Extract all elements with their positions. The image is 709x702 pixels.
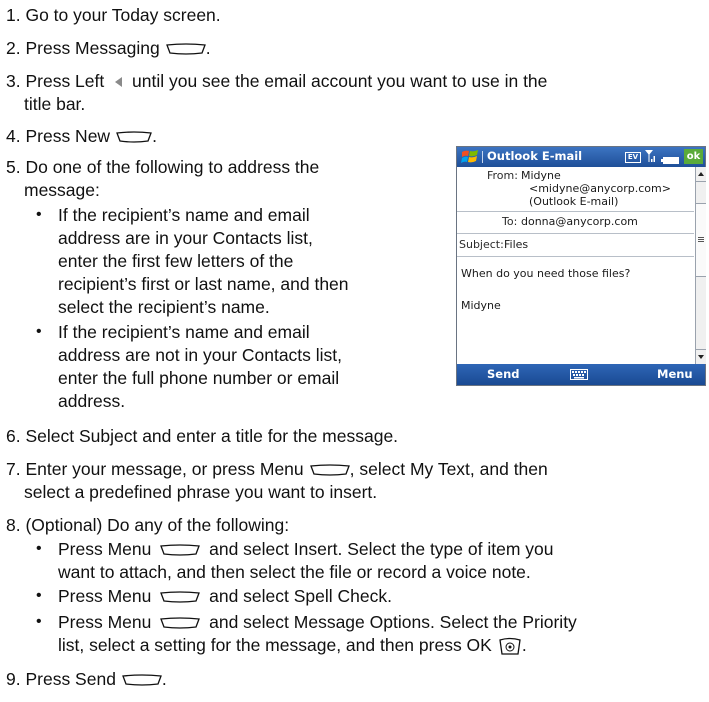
bullet-5-text-a: Press Menu xyxy=(58,612,152,632)
field-divider xyxy=(457,233,694,234)
windows-flag-icon[interactable] xyxy=(461,149,479,168)
step-9-period: . xyxy=(161,669,167,689)
bullet-2-line-1: If the recipient’s name and email xyxy=(58,322,310,342)
bullet-2-line-3: enter the full phone number or email xyxy=(58,368,340,388)
from-address: <midyne@anycorp.com> xyxy=(529,182,671,195)
bullet-2: • xyxy=(36,323,42,340)
bullet-1-line-2: address are in your Contacts list, xyxy=(58,228,313,248)
step-9-text: 9. Press Send xyxy=(6,669,116,689)
step-2-text: 2. Press Messaging xyxy=(6,38,160,58)
app-title: Outlook E-mail xyxy=(487,149,583,163)
bullet-1-line-5: select the recipient’s name. xyxy=(58,297,270,317)
scrollbar[interactable] xyxy=(695,167,706,364)
step-1: 1. Go to your Today screen. xyxy=(6,5,221,25)
step-3-cont: title bar. xyxy=(24,94,86,114)
bullet-2-line-4: address. xyxy=(58,391,126,411)
step-7-cont: select a predefined phrase you want to i… xyxy=(24,482,378,502)
title-separator xyxy=(482,151,483,163)
from-label: From: xyxy=(487,169,518,182)
step-4-text: 4. Press New xyxy=(6,126,111,146)
bullet-1: • xyxy=(36,206,42,223)
step-7-text-b: , select My Text, and then xyxy=(349,459,548,479)
field-divider xyxy=(457,211,694,212)
step-4: 4. Press New. xyxy=(6,124,157,148)
new-key-icon xyxy=(116,131,152,144)
step-9: 9. Press Send. xyxy=(6,667,167,691)
messaging-key-icon xyxy=(165,43,206,56)
message-body[interactable]: When do you need those files? xyxy=(461,267,630,280)
to-label: To: xyxy=(502,215,518,228)
scroll-thumb[interactable] xyxy=(696,203,706,277)
message-signature: Midyne xyxy=(461,299,501,312)
bullet-4-line-1: Press Menu and select Spell Check. xyxy=(58,584,392,608)
signal-icon xyxy=(645,150,657,165)
bullet-4: • xyxy=(36,587,42,604)
menu-key-icon xyxy=(160,617,201,630)
menu-key-icon xyxy=(309,464,350,477)
menu-softkey[interactable]: Menu xyxy=(657,368,693,381)
from-account: (Outlook E-mail) xyxy=(529,195,619,208)
bullet-4-text-b: and select Spell Check. xyxy=(209,586,393,606)
subject-label: Subject: xyxy=(459,238,504,251)
step-7: 7. Enter your message, or press Menu , se… xyxy=(6,457,548,481)
bullet-5-text-c: list, select a setting for the message, … xyxy=(58,635,492,655)
battery-icon xyxy=(661,154,679,167)
ok-button[interactable]: ok xyxy=(684,149,703,164)
step-2: 2. Press Messaging. xyxy=(6,36,211,60)
menu-key-icon xyxy=(160,544,201,557)
bullet-3-line-1: Press Menu and select Insert. Select the… xyxy=(58,537,553,561)
title-bar: Outlook E-mail EV ok xyxy=(457,147,705,167)
bullet-5-period: . xyxy=(521,635,527,655)
send-softkey[interactable]: Send xyxy=(487,368,520,381)
outlook-email-screen: Outlook E-mail EV ok From: Midyne <midyn… xyxy=(456,146,706,386)
ok-key-icon xyxy=(498,636,522,656)
bullet-5-line-2: list, select a setting for the message, … xyxy=(58,633,527,657)
step-5-cont: message: xyxy=(24,180,100,200)
send-key-icon xyxy=(122,674,162,687)
bullet-1-line-1: If the recipient’s name and email xyxy=(58,205,310,225)
step-4-period: . xyxy=(152,126,157,146)
bullet-1-line-4: recipient’s first or last name, and then xyxy=(58,274,349,294)
left-arrow-icon xyxy=(113,76,123,88)
from-name[interactable]: Midyne xyxy=(521,169,561,182)
bullet-5-line-1: Press Menu and select Message Options. S… xyxy=(58,610,577,634)
bullet-2-line-2: address are not in your Contacts list, xyxy=(58,345,343,365)
bullet-3-line-2: want to attach, and then select the file… xyxy=(58,562,531,582)
bullet-5-text-b: and select Message Options. Select the P… xyxy=(209,612,577,632)
bullet-3: • xyxy=(36,540,42,557)
scroll-up-icon[interactable] xyxy=(696,167,706,182)
bullet-3-text-b: and select Insert. Select the type of it… xyxy=(209,539,554,559)
step-7-text-a: 7. Enter your message, or press Menu xyxy=(6,459,304,479)
bullet-5: • xyxy=(36,613,42,630)
subject-field[interactable]: Files xyxy=(504,238,528,251)
keyboard-icon[interactable] xyxy=(570,369,588,383)
ev-icon: EV xyxy=(625,152,641,163)
scroll-down-icon[interactable] xyxy=(696,349,706,364)
step-2-period: . xyxy=(205,38,211,58)
bullet-4-text-a: Press Menu xyxy=(58,586,152,606)
step-5: 5. Do one of the following to address th… xyxy=(6,157,320,177)
to-field[interactable]: donna@anycorp.com xyxy=(521,215,638,228)
soft-key-bar: Send Menu xyxy=(457,364,705,385)
menu-key-icon xyxy=(160,591,201,604)
field-divider xyxy=(457,256,694,257)
bullet-3-text-a: Press Menu xyxy=(58,539,152,559)
step-6: 6. Select Subject and enter a title for … xyxy=(6,426,399,446)
bullet-1-line-3: enter the first few letters of the xyxy=(58,251,294,271)
step-8: 8. (Optional) Do any of the following: xyxy=(6,515,290,535)
step-3-text-b: until you see the email account you want… xyxy=(132,71,548,91)
step-3-text-a: 3. Press Left xyxy=(6,71,105,91)
step-3: 3. Press Left until you see the email ac… xyxy=(6,69,547,93)
